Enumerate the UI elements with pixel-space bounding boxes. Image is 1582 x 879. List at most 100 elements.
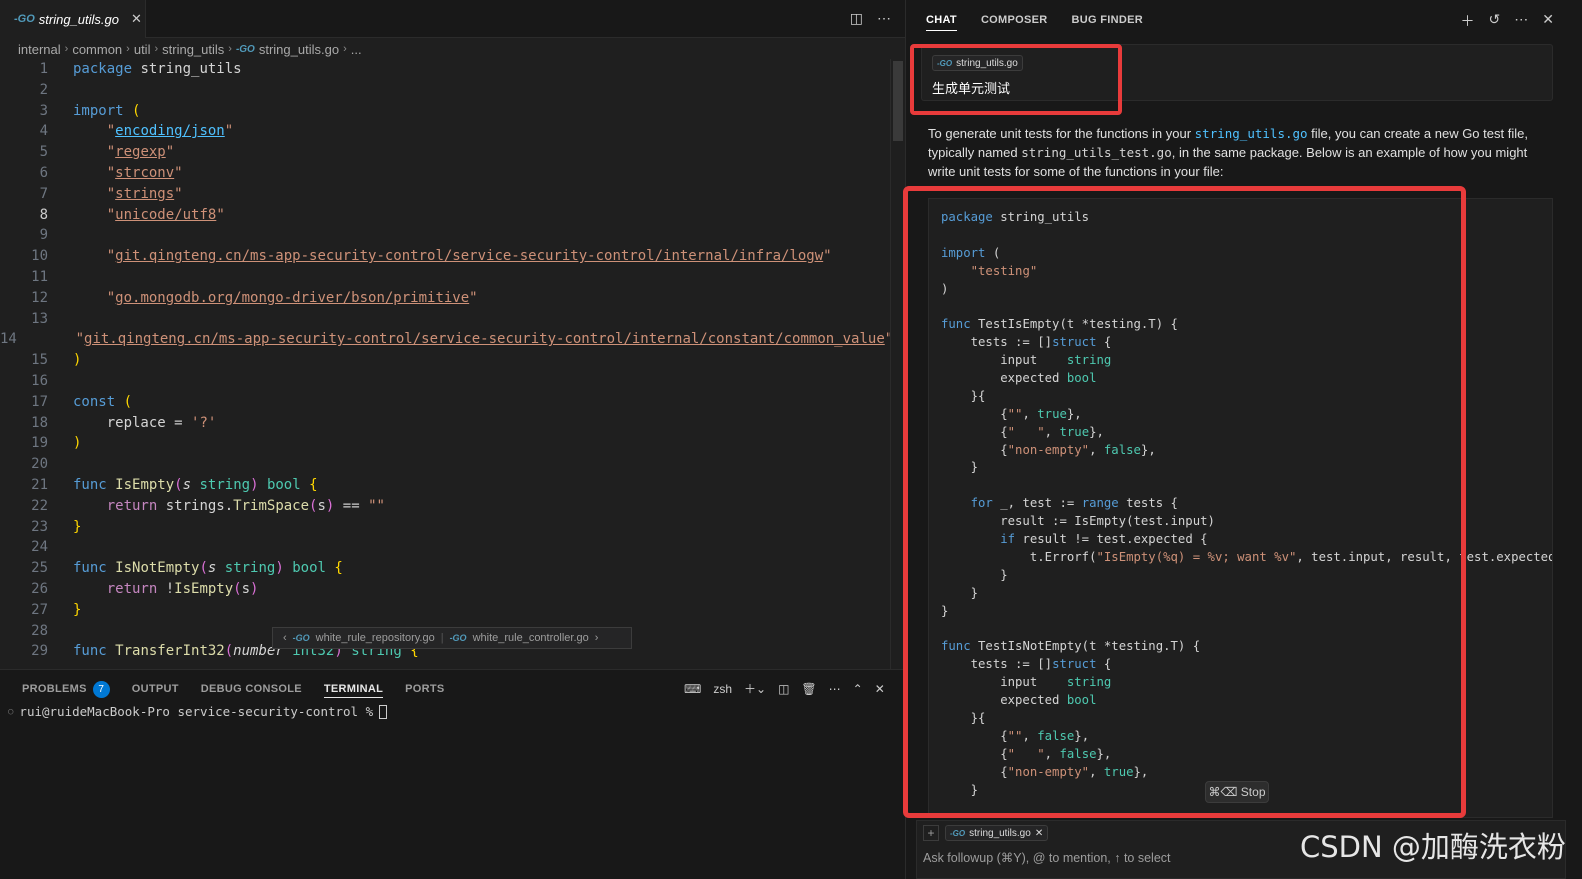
breadcrumb-item[interactable]: string_utils <box>162 42 224 57</box>
shell-name[interactable]: zsh <box>713 682 732 696</box>
line-number: 18 <box>31 414 48 431</box>
add-context-icon[interactable]: + <box>923 825 939 841</box>
go-file-icon: -GO <box>950 828 966 838</box>
code-line: 15) <box>0 350 890 371</box>
chevron-right-icon: › <box>154 43 159 55</box>
go-file-icon: -GO <box>292 633 310 643</box>
chevron-right-icon: › <box>64 43 69 55</box>
terminal-output[interactable]: ○ rui@ruideMacBook-Pro service-security-… <box>8 704 388 719</box>
line-number: 2 <box>39 81 48 98</box>
code-line: 16 <box>0 371 890 392</box>
line-number: 21 <box>31 476 48 493</box>
trash-icon[interactable]: 🗑 <box>801 682 816 696</box>
line-number: 25 <box>31 560 48 577</box>
code-line: 10 "git.qingteng.cn/ms-app-security-cont… <box>0 246 890 267</box>
close-icon[interactable]: ✕ <box>875 682 885 696</box>
code-line: 27} <box>0 600 890 621</box>
new-terminal-icon[interactable]: ＋⌄ <box>744 680 766 697</box>
breadcrumb-item[interactable]: internal <box>18 42 61 57</box>
editor-area: -GO string_utils.go ✕ ◫ ⋯ internal › com… <box>0 0 905 669</box>
maximize-panel-icon[interactable]: ⌃ <box>853 682 863 696</box>
code-line: 19) <box>0 433 890 454</box>
terminal-shell-icon[interactable]: ⌨ <box>684 682 701 696</box>
inline-code: string_utils_test.go <box>1021 145 1172 160</box>
chevron-right-icon[interactable]: › <box>595 632 599 644</box>
tab-string-utils[interactable]: -GO string_utils.go ✕ <box>0 0 146 38</box>
chevron-right-icon: › <box>343 43 347 55</box>
input-placeholder: Ask followup (⌘Y), @ to mention, ↑ to se… <box>923 851 1171 865</box>
terminal-prompt: rui@ruideMacBook-Pro service-security-co… <box>19 704 374 719</box>
tab-output[interactable]: OUTPUT <box>132 680 179 698</box>
tab-title: string_utils.go <box>38 11 119 27</box>
split-terminal-icon[interactable]: ◫ <box>778 682 789 696</box>
line-number: 13 <box>31 310 48 327</box>
line-number: 20 <box>31 456 48 473</box>
code-line: 22 return strings.TrimSpace(s) == "" <box>0 496 890 517</box>
stop-button[interactable]: ⌘⌫ Stop <box>1205 781 1269 803</box>
chevron-left-icon[interactable]: ‹ <box>283 632 287 644</box>
more-icon[interactable]: ⋯ <box>877 10 891 27</box>
recent-file-link[interactable]: white_rule_repository.go <box>316 632 435 644</box>
line-number: 15 <box>31 352 48 369</box>
line-number: 22 <box>31 497 48 514</box>
breadcrumb-item[interactable]: ... <box>351 42 362 57</box>
go-file-icon: -GO <box>449 633 467 643</box>
line-number: 8 <box>39 206 48 223</box>
code-line: 21 func IsEmpty(s string) bool { <box>0 475 890 496</box>
line-number: 10 <box>31 248 48 265</box>
recent-files-bar: ‹ -GO white_rule_repository.go | -GO whi… <box>272 627 632 649</box>
split-editor-icon[interactable]: ◫ <box>850 10 863 27</box>
code-line: 20 <box>0 454 890 475</box>
breadcrumb: internal › common › util › string_utils … <box>18 40 362 58</box>
breadcrumb-item[interactable]: string_utils.go <box>259 42 339 57</box>
line-number: 26 <box>31 580 48 597</box>
line-number: 23 <box>31 518 48 535</box>
chevron-right-icon: › <box>126 43 130 55</box>
bottom-panel: PROBLEMS 7 OUTPUT DEBUG CONSOLE TERMINAL … <box>0 669 905 879</box>
go-file-icon: -GO <box>14 13 35 25</box>
tab-chat[interactable]: CHAT <box>926 14 957 31</box>
code-line: 5 "regexp" <box>0 142 890 163</box>
highlight-box <box>910 44 1122 115</box>
scrollbar-thumb[interactable] <box>893 61 903 141</box>
tab-bug-finder[interactable]: BUG FINDER <box>1072 14 1143 31</box>
breadcrumb-item[interactable]: util <box>134 42 151 57</box>
line-number: 3 <box>39 102 48 119</box>
code-line: 1 package string_utils <box>0 59 890 80</box>
line-number: 7 <box>39 185 48 202</box>
close-icon[interactable]: ✕ <box>1035 828 1043 839</box>
line-number: 1 <box>39 61 48 77</box>
line-number: 11 <box>31 268 48 285</box>
tab-debug-console[interactable]: DEBUG CONSOLE <box>201 680 302 698</box>
line-number: 17 <box>31 393 48 410</box>
tab-ports[interactable]: PORTS <box>405 680 444 698</box>
new-chat-icon[interactable]: ＋ <box>1461 11 1475 31</box>
tab-problems[interactable]: PROBLEMS 7 <box>22 680 110 698</box>
code-line: 17 const ( <box>0 392 890 413</box>
line-number: 4 <box>39 123 48 140</box>
more-icon[interactable]: ⋯ <box>1514 11 1528 31</box>
line-number: 5 <box>39 144 48 161</box>
code-view[interactable]: 1 package string_utils 2 3 import ( 4 "enc… <box>0 59 890 669</box>
close-icon[interactable]: ✕ <box>131 11 142 27</box>
editor-tab-bar: -GO string_utils.go ✕ ◫ ⋯ <box>0 0 905 38</box>
breadcrumb-item[interactable]: common <box>72 42 122 57</box>
context-file-chip[interactable]: -GO string_utils.go ✕ <box>945 825 1049 841</box>
code-line: 26 return !IsEmpty(s) <box>0 579 890 600</box>
go-file-icon: -GO <box>235 43 255 55</box>
close-icon[interactable]: ✕ <box>1542 11 1554 31</box>
code-line: 12 "go.mongodb.org/mongo-driver/bson/pri… <box>0 288 890 309</box>
tab-composer[interactable]: COMPOSER <box>981 14 1048 31</box>
code-line: 2 <box>0 80 890 101</box>
code-line: 4 "encoding/json" <box>0 121 890 142</box>
tab-terminal[interactable]: TERMINAL <box>323 680 384 698</box>
line-number: 14 <box>0 331 17 348</box>
line-number: 28 <box>31 622 48 639</box>
recent-file-link[interactable]: white_rule_controller.go <box>473 632 589 644</box>
history-icon[interactable]: ↺ <box>1489 11 1501 31</box>
line-number: 16 <box>31 372 48 389</box>
line-number: 9 <box>39 227 48 244</box>
more-icon[interactable]: ⋯ <box>829 682 841 696</box>
chevron-right-icon: › <box>228 43 232 55</box>
line-number: 27 <box>31 601 48 618</box>
